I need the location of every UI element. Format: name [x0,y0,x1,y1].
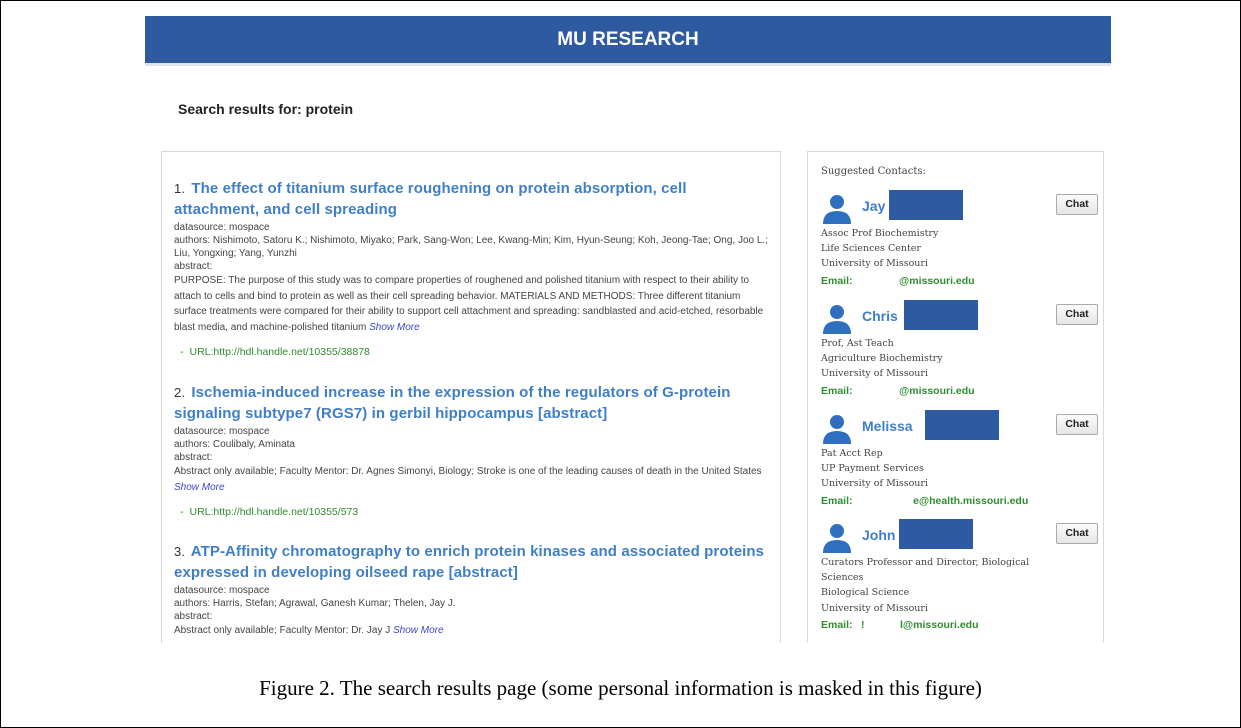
contact-org: University of Missouri [821,602,929,614]
result-abstract-label: abstract: [174,611,213,622]
contact-name[interactable]: Melissa [862,418,913,434]
contact-email-prefix: ! [861,619,865,631]
chat-button[interactable]: Chat [1056,523,1098,544]
contact-email-row: Email: ! l@missouri.edu [821,619,979,631]
contacts-heading: Suggested Contacts: [821,166,926,177]
contact-details: Assoc Prof Biochemistry Life Sciences Ce… [821,226,1051,272]
result-number: 2. [174,385,186,400]
contact-email[interactable]: e@health.missouri.edu [913,495,1028,507]
show-more-link[interactable]: Show More [393,625,444,636]
result-abstract-text: PURPOSE: The purpose of this study was t… [174,275,764,333]
contact-title: Pat Acct Rep [821,448,883,459]
show-more-link[interactable]: Show More [369,322,420,333]
contact-name[interactable]: John [862,527,895,543]
contact-title: Curators Professor and Director, Biologi… [821,557,1030,584]
contact-title: Assoc Prof Biochemistry [821,228,939,239]
masked-info [889,190,963,220]
email-label: Email: [821,619,853,631]
contacts-panel: Suggested Contacts: Jay Chat Assoc Prof … [807,151,1104,643]
figure-caption: Figure 2. The search results page (some … [259,676,982,700]
result-authors: authors: Nishimoto, Satoru K.; Nishimoto… [174,235,768,259]
result-authors: authors: Coulibaly, Aminata [174,439,295,450]
result-item: 1. The effect of titanium surface roughe… [174,178,774,358]
contact-email-row: Email: @missouri.edu [821,385,975,397]
result-url-line: - URL:http://hdl.handle.net/10355/38878 [180,346,370,358]
contact-details: Curators Professor and Director, Biologi… [821,555,1051,616]
contact-email[interactable]: @missouri.edu [899,385,975,397]
contact-name[interactable]: Chris [862,308,898,324]
result-item: 2. Ischemia-induced increase in the expr… [174,382,774,518]
contact-name[interactable]: Jay [862,198,885,214]
result-title-link[interactable]: ATP-Affinity chromatography to enrich pr… [174,543,764,581]
result-datasource: datasource: mospace [174,585,270,596]
contact-email[interactable]: @missouri.edu [899,275,975,287]
masked-info [925,410,999,440]
results-panel: 1. The effect of titanium surface roughe… [161,151,781,643]
contact-details: Pat Acct Rep UP Payment Services Univers… [821,446,1051,492]
search-results-heading: Search results for: protein [178,101,354,117]
result-url-line: - URL:http://hdl.handle.net/10355/573 [180,506,359,518]
show-more-link[interactable]: Show More [174,482,225,493]
contact-org: University of Missouri [821,478,929,490]
user-avatar-icon [823,415,851,444]
masked-info [904,300,978,330]
chat-button[interactable]: Chat [1056,194,1098,215]
masked-info [899,519,973,549]
result-title[interactable]: 2. Ischemia-induced increase in the expr… [174,382,774,424]
email-label: Email: [821,385,853,397]
chat-button[interactable]: Chat [1056,414,1098,435]
result-abstract-text: Abstract only available; Faculty Mentor:… [174,625,391,636]
contact-org: University of Missouri [821,368,929,380]
chat-button[interactable]: Chat [1056,304,1098,325]
contact-details: Prof, Ast Teach Agriculture Biochemistry… [821,336,1051,382]
result-number: 3. [174,544,186,559]
result-title-link[interactable]: The effect of titanium surface roughenin… [174,180,687,218]
result-abstract: Abstract only available; Faculty Mentor:… [174,464,774,495]
contact-dept: Life Sciences Center [821,243,921,255]
result-abstract-label: abstract: [174,261,213,272]
result-url-link[interactable]: URL:http://hdl.handle.net/10355/573 [190,506,359,518]
app-header: MU RESEARCH [145,16,1111,63]
user-avatar-icon [823,305,851,334]
result-abstract-label: abstract: [174,452,213,463]
user-avatar-icon [823,524,851,553]
result-item: 3. ATP-Affinity chromatography to enrich… [174,541,774,639]
contact-dept: Agriculture Biochemistry [821,353,943,365]
contact-dept: UP Payment Services [821,463,924,475]
contact-title: Prof, Ast Teach [821,338,894,349]
result-abstract-text: Abstract only available; Faculty Mentor:… [174,466,762,477]
result-url-link[interactable]: URL:http://hdl.handle.net/10355/38878 [190,346,370,358]
contact-email-row: Email: @missouri.edu [821,275,975,287]
result-authors: authors: Harris, Stefan; Agrawal, Ganesh… [174,598,456,609]
header-shadow [145,63,1111,66]
result-datasource: datasource: mospace [174,426,270,437]
contact-email-row: Email: e@health.missouri.edu [821,495,1028,507]
contact-dept: Biological Science [821,587,910,599]
result-number: 1. [174,181,186,196]
contact-org: University of Missouri [821,258,929,270]
email-label: Email: [821,275,853,287]
result-title[interactable]: 3. ATP-Affinity chromatography to enrich… [174,541,774,583]
email-label: Email: [821,495,853,507]
result-abstract: PURPOSE: The purpose of this study was t… [174,273,774,335]
contact-email[interactable]: l@missouri.edu [900,619,979,631]
user-avatar-icon [823,195,851,224]
result-datasource: datasource: mospace [174,222,270,233]
result-abstract: Abstract only available; Faculty Mentor:… [174,623,774,639]
app-title: MU RESEARCH [557,29,699,50]
result-title[interactable]: 1. The effect of titanium surface roughe… [174,178,774,220]
result-title-link[interactable]: Ischemia-induced increase in the express… [174,384,731,422]
